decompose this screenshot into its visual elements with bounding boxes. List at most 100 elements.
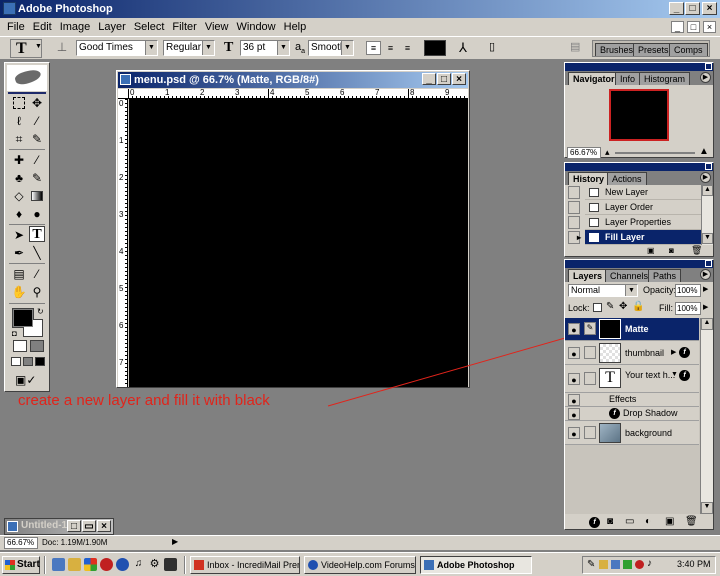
navigator-zoom-value[interactable]: 66.67% [567, 147, 601, 159]
link-box[interactable] [584, 426, 596, 439]
add-layer-style-icon[interactable]: f [589, 517, 600, 528]
history-state-marker-icon: ▸ [577, 233, 582, 242]
tab-channels[interactable]: Channels [605, 269, 654, 282]
lock-transparency-icon[interactable] [593, 303, 602, 312]
new-layer-icon[interactable]: ▣ [665, 516, 674, 527]
tab-paths[interactable]: Paths [648, 269, 682, 282]
layer-row-text[interactable]: ● T Your text h... ▼ f [565, 365, 699, 393]
panel-titlebar [565, 163, 713, 171]
scroll-up-icon[interactable]: ▲ [702, 185, 713, 196]
adjustment-layer-icon[interactable]: ◐ [645, 516, 651, 527]
browser-icon[interactable] [116, 558, 129, 571]
layer-row-matte[interactable]: ● ✎ Matte [565, 318, 699, 341]
panel-menu-icon[interactable]: ▶ [700, 172, 711, 183]
eye-visibility-icon[interactable]: ● [568, 408, 580, 420]
tray-icon-security[interactable] [635, 560, 644, 569]
opacity-value[interactable]: 100% [675, 284, 701, 297]
app-icon-dark[interactable] [164, 558, 177, 571]
eye-visibility-icon[interactable]: ● [568, 427, 580, 439]
tray-icon-monitor[interactable] [611, 560, 620, 569]
scroll-down-icon[interactable]: ▼ [701, 502, 713, 514]
app-icon-red[interactable] [100, 558, 113, 571]
lock-position-icon[interactable]: ✥ [619, 301, 627, 312]
taskbar-button-videohelp[interactable]: VideoHelp.com Forums ::... [304, 556, 416, 574]
tray-icon-pen[interactable]: ✎ [587, 559, 595, 570]
close-untitled-button[interactable]: × [97, 520, 111, 532]
tab-actions[interactable]: Actions [607, 172, 647, 185]
link-box[interactable] [584, 346, 596, 359]
panel-close-icon[interactable] [705, 260, 712, 267]
tab-navigator[interactable]: Navigator [568, 72, 620, 85]
history-item[interactable]: Layer Order [585, 200, 701, 215]
tray-icon-antivirus[interactable] [623, 560, 632, 569]
panel-menu-icon[interactable]: ▶ [700, 269, 711, 280]
eye-visibility-icon[interactable]: ● [568, 394, 580, 406]
layer-effect-drop-shadow[interactable]: ● f Drop Shadow [565, 407, 699, 421]
snapshot-icon[interactable]: ◙ [669, 246, 674, 255]
eye-visibility-icon[interactable]: ● [568, 323, 580, 335]
brush-link-icon[interactable]: ✎ [584, 322, 596, 335]
trash-icon[interactable]: 🗑 [691, 245, 702, 256]
tray-icon-volume[interactable]: ♪ [647, 558, 652, 569]
lock-image-icon[interactable]: ✎ [606, 301, 614, 312]
eye-visibility-icon[interactable]: ● [568, 347, 580, 359]
minimized-document[interactable]: Untitled-1 □ ▭ × [4, 518, 114, 535]
explorer-icon[interactable] [68, 558, 81, 571]
tray-clock[interactable]: 3:40 PM [677, 559, 711, 569]
status-zoom[interactable]: 66.67% [4, 537, 38, 549]
opacity-arrow-icon[interactable]: ▶ [703, 285, 708, 293]
tab-history[interactable]: History [568, 172, 610, 185]
zoom-in-icon[interactable]: ▲ [699, 146, 709, 157]
taskbar-button-label: Adobe Photoshop [437, 560, 515, 570]
tab-layers[interactable]: Layers [568, 269, 608, 282]
start-label: Start [17, 559, 40, 570]
layer-row-thumbnail[interactable]: ● thumbnail ▶ f [565, 341, 699, 365]
fill-arrow-icon[interactable]: ▶ [703, 303, 708, 311]
layer-effects-row[interactable]: ● Effects [565, 393, 699, 407]
layers-panel: Layers Channels Paths ▶ Normal ▼ Opacity:… [564, 259, 714, 530]
panel-close-icon[interactable] [705, 163, 712, 170]
windows-update-icon[interactable] [84, 558, 97, 571]
music-icon[interactable]: ♫ [132, 558, 145, 571]
panel-menu-icon[interactable]: ▶ [700, 72, 711, 83]
restore-untitled-button[interactable]: □ [67, 520, 81, 532]
maximize-untitled-button[interactable]: ▭ [82, 520, 96, 532]
start-button[interactable]: Start [2, 556, 40, 574]
scroll-down-icon[interactable]: ▼ [702, 233, 713, 244]
eye-visibility-icon[interactable]: ● [568, 373, 580, 385]
tray-icon-network[interactable] [599, 560, 608, 569]
panel-close-icon[interactable] [705, 63, 712, 70]
navigator-zoom-slider[interactable] [615, 152, 695, 154]
blend-mode-select[interactable]: Normal ▼ [568, 284, 638, 297]
gear-icon[interactable]: ⚙ [148, 558, 161, 571]
scroll-up-icon[interactable]: ▲ [701, 318, 713, 330]
windows-logo-icon [5, 560, 15, 570]
add-mask-icon[interactable]: ◙ [607, 516, 613, 527]
taskbar-button-incredimail[interactable]: Inbox - IncrediMail Premium [190, 556, 300, 574]
navigator-preview[interactable] [609, 89, 669, 141]
lock-all-icon[interactable]: 🔒 [632, 301, 644, 312]
history-scrollbar[interactable]: ▲ ▼ [701, 185, 713, 245]
tab-histogram[interactable]: Histogram [639, 72, 691, 85]
tab-info[interactable]: Info [615, 72, 641, 85]
zoom-out-icon[interactable]: ▴ [605, 147, 610, 158]
history-snapshot-checkbox[interactable] [568, 186, 580, 199]
panel-tab-strip: History Actions ▶ [565, 171, 713, 185]
history-item[interactable]: Layer Properties [585, 215, 701, 230]
effects-expand-icon[interactable]: ▶ [671, 348, 676, 356]
history-snapshot-checkbox[interactable] [568, 201, 580, 214]
taskbar-button-photoshop[interactable]: Adobe Photoshop [420, 556, 532, 574]
status-arrow-icon[interactable]: ▶ [172, 537, 178, 546]
link-box[interactable] [584, 372, 596, 385]
new-document-icon[interactable]: ▣ [647, 246, 655, 255]
layer-row-background[interactable]: ● background [565, 421, 699, 445]
history-item-active[interactable]: ▸ Fill Layer [577, 230, 701, 245]
trash-icon[interactable]: 🗑 [685, 516, 698, 527]
show-desktop-icon[interactable] [52, 558, 65, 571]
fill-value[interactable]: 100% [675, 302, 701, 315]
history-snapshot-checkbox[interactable] [568, 216, 580, 229]
history-item[interactable]: New Layer [585, 185, 701, 200]
new-group-icon[interactable]: ▭ [625, 516, 634, 527]
effects-collapse-icon[interactable]: ▼ [671, 371, 678, 378]
layers-scrollbar[interactable]: ▲ ▼ [700, 318, 713, 514]
